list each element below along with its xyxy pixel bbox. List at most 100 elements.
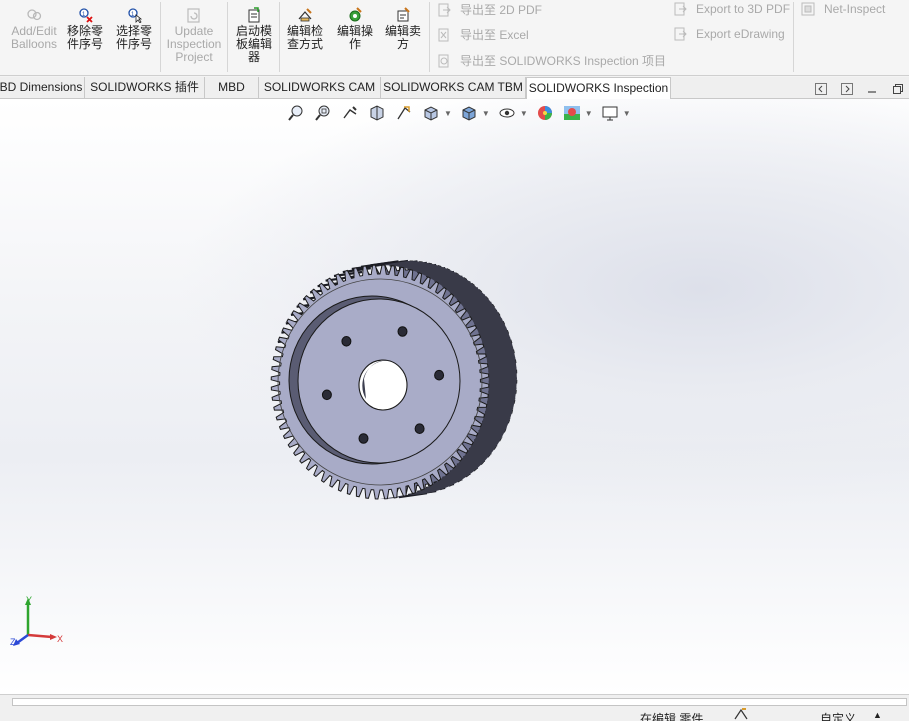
- tab-solidworks-addins[interactable]: SOLIDWORKS 插件: [85, 77, 205, 99]
- view-orientation-icon[interactable]: [421, 103, 441, 123]
- export-edrawing-icon: [672, 26, 688, 42]
- net-inspect-label: Net-Inspect: [824, 2, 886, 16]
- triad-z-label: Z: [10, 637, 16, 647]
- edit-operation-icon: [346, 6, 364, 24]
- view-settings-icon[interactable]: [600, 103, 620, 123]
- tab-solidworks-cam[interactable]: SOLIDWORKS CAM: [259, 77, 381, 99]
- restore-icon[interactable]: [891, 82, 905, 96]
- dynamic-annotation-icon[interactable]: [394, 103, 414, 123]
- previous-view-icon[interactable]: [340, 103, 360, 123]
- update-inspection-project-label: Update Inspection Project: [166, 24, 222, 64]
- chevron-down-icon[interactable]: ▼: [482, 109, 490, 118]
- gear-bore-hole: [358, 359, 408, 411]
- export-excel-icon: [436, 27, 452, 43]
- tab-label: MBD: [218, 80, 245, 94]
- status-mode: 在编辑 零件: [640, 712, 704, 721]
- export-3d-pdf-label: Export to 3D PDF: [696, 2, 791, 16]
- command-manager-tabs: BD Dimensions SOLIDWORKS 插件 MBD SOLIDWOR…: [0, 77, 909, 100]
- ribbon-separator: [429, 2, 430, 72]
- units-caret-icon[interactable]: ▲: [873, 710, 882, 720]
- helical-gear-model[interactable]: [250, 249, 530, 519]
- export-2d-pdf-label: 导出至 2D PDF: [460, 3, 543, 17]
- tab-label: SOLIDWORKS CAM TBM: [383, 80, 523, 94]
- ribbon-separator: [227, 2, 228, 72]
- scrollbar-thumb[interactable]: [12, 698, 907, 706]
- scroll-tabs-right-icon[interactable]: [840, 82, 854, 96]
- ribbon-separator: [160, 2, 161, 72]
- ribbon-separator: [279, 2, 280, 72]
- export-inspection-project-label: 导出至 SOLIDWORKS Inspection 项目: [460, 54, 667, 68]
- tab-label: SOLIDWORKS CAM: [263, 80, 376, 94]
- edit-appearance-icon[interactable]: [535, 103, 555, 123]
- update-project-icon: [185, 6, 203, 24]
- chevron-down-icon[interactable]: ▼: [444, 109, 452, 118]
- net-inspect-button[interactable]: Net-Inspect: [800, 1, 885, 17]
- edit-operation-label: 编辑操 作: [336, 24, 373, 51]
- template-editor-button[interactable]: 启动模 板编辑 器: [231, 6, 277, 64]
- update-inspection-project-button[interactable]: Update Inspection Project: [164, 6, 224, 64]
- graphics-area[interactable]: ▼ ▼ ▼ ▼ ▼ Y X Z: [0, 99, 909, 694]
- export-excel-label: 导出至 Excel: [460, 28, 529, 42]
- edit-vendor-button[interactable]: 编辑卖 方: [380, 6, 426, 51]
- zoom-to-area-icon[interactable]: [313, 103, 333, 123]
- tab-bd-dimensions[interactable]: BD Dimensions: [0, 77, 85, 99]
- bolt-hole: [321, 389, 332, 401]
- scroll-tabs-left-icon[interactable]: [814, 82, 828, 96]
- hide-show-items-icon[interactable]: [497, 103, 517, 123]
- edit-vendor-label: 编辑卖 方: [384, 24, 421, 51]
- add-edit-balloons-button[interactable]: Add/Edit Balloons: [8, 6, 60, 51]
- select-balloon-icon: 1: [125, 6, 143, 24]
- display-style-icon[interactable]: [459, 103, 479, 123]
- remove-balloon-icon: 1: [76, 6, 94, 24]
- tab-mbd[interactable]: MBD: [205, 77, 259, 99]
- tab-solidworks-cam-tbm[interactable]: SOLIDWORKS CAM TBM: [381, 77, 526, 99]
- chevron-down-icon[interactable]: ▼: [623, 109, 631, 118]
- apply-scene-icon[interactable]: [562, 103, 582, 123]
- section-view-icon[interactable]: [367, 103, 387, 123]
- tab-label: BD Dimensions: [0, 80, 83, 94]
- triad-x-label: X: [57, 634, 63, 644]
- edit-operation-button[interactable]: 编辑操 作: [332, 6, 378, 51]
- template-editor-icon: [245, 6, 263, 24]
- bolt-hole: [358, 433, 369, 444]
- tab-label: SOLIDWORKS Inspection: [528, 81, 669, 95]
- tab-solidworks-inspection[interactable]: SOLIDWORKS Inspection: [526, 77, 671, 100]
- export-3d-pdf-button[interactable]: Export to 3D PDF: [672, 1, 790, 17]
- export-inspection-project-button[interactable]: 导出至 SOLIDWORKS Inspection 项目: [436, 52, 666, 69]
- remove-balloon-label: 移除零 件序号: [66, 24, 103, 51]
- template-editor-label: 启动模 板编辑 器: [235, 24, 272, 64]
- heads-up-view-toolbar: ▼ ▼ ▼ ▼ ▼: [286, 103, 631, 123]
- zoom-to-fit-icon[interactable]: [286, 103, 306, 123]
- add-edit-balloons-label: Add/Edit Balloons: [10, 24, 58, 51]
- command-manager-ribbon: Add/Edit Balloons 1 移除零 件序号 1 选择零 件序号 Up…: [0, 0, 909, 76]
- ribbon-separator: [793, 2, 794, 72]
- bolt-hole: [414, 423, 425, 434]
- bolt-hole: [434, 369, 445, 381]
- select-balloon-button[interactable]: 1 选择零 件序号: [111, 6, 157, 51]
- remove-balloon-button[interactable]: 1 移除零 件序号: [62, 6, 108, 51]
- export-2d-pdf-button[interactable]: 导出至 2D PDF: [436, 1, 542, 18]
- status-units[interactable]: 自定义: [820, 710, 856, 721]
- bolt-hole: [397, 326, 408, 337]
- edit-inspection-method-button[interactable]: 编辑检 查方式: [282, 6, 328, 51]
- gear-body: [270, 261, 517, 500]
- horizontal-scrollbar[interactable]: [0, 694, 909, 708]
- export-excel-button[interactable]: 导出至 Excel: [436, 26, 529, 43]
- rebuild-icon[interactable]: [733, 708, 749, 721]
- edit-vendor-icon: [394, 6, 412, 24]
- edit-inspection-method-icon: [296, 6, 314, 24]
- edit-inspection-method-label: 编辑检 查方式: [286, 24, 323, 51]
- balloon-icon: [25, 6, 43, 24]
- tab-label: SOLIDWORKS 插件: [90, 80, 199, 94]
- chevron-down-icon[interactable]: ▼: [585, 109, 593, 118]
- bolt-hole: [341, 336, 352, 347]
- reference-triad: Y X Z: [10, 595, 63, 647]
- chevron-down-icon[interactable]: ▼: [520, 109, 528, 118]
- export-3d-pdf-icon: [672, 1, 688, 17]
- export-edrawing-button[interactable]: Export eDrawing: [672, 26, 785, 42]
- select-balloon-label: 选择零 件序号: [115, 24, 152, 51]
- export-edrawing-label: Export eDrawing: [696, 27, 785, 41]
- status-bar: 在编辑 零件 自定义 ▲: [0, 708, 909, 721]
- minimize-icon[interactable]: [865, 82, 879, 96]
- export-2d-pdf-icon: [436, 2, 452, 18]
